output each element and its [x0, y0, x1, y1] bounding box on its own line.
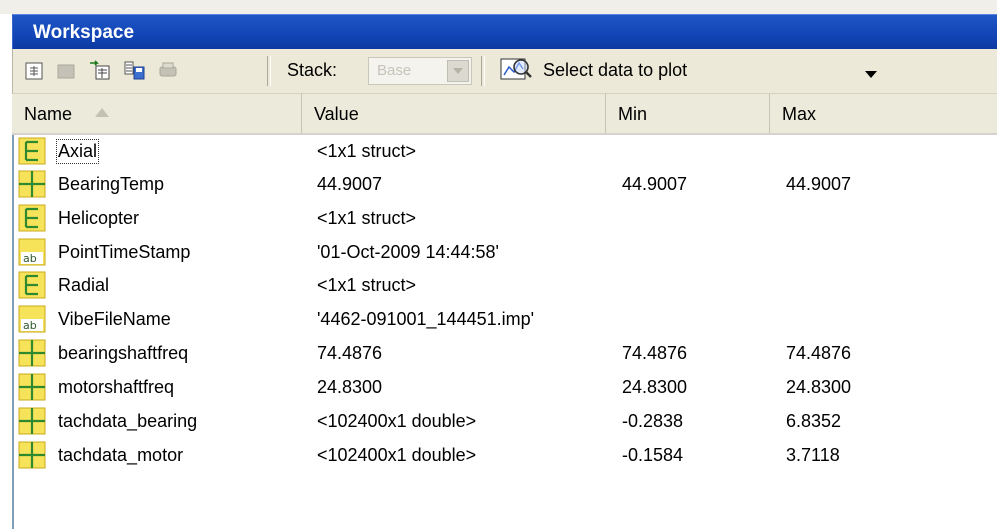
- variable-name: Axial: [55, 139, 100, 164]
- table-row[interactable]: ab PointTimeStamp '01-Oct-2009 14:44:58': [14, 236, 997, 270]
- variable-min: -0.1584: [622, 445, 684, 465]
- struct-icon: [18, 204, 46, 232]
- variable-min: 74.4876: [622, 343, 688, 363]
- svg-text:ab: ab: [23, 319, 37, 332]
- variable-value: <1x1 struct>: [317, 275, 417, 295]
- matrix-icon: [18, 441, 46, 469]
- variable-name: bearingshaftfreq: [58, 343, 189, 363]
- save-workspace-button[interactable]: [121, 58, 147, 84]
- table-row[interactable]: tachdata_motor <102400x1 double> -0.1584…: [14, 439, 997, 473]
- variable-max: 24.8300: [786, 377, 852, 397]
- column-name-label: Name: [24, 104, 73, 124]
- variable-name: VibeFileName: [58, 309, 171, 329]
- struct-icon: [18, 271, 46, 299]
- variable-name: Helicopter: [58, 208, 140, 228]
- stack-label: Stack:: [287, 60, 338, 80]
- variable-name: BearingTemp: [58, 174, 165, 194]
- matrix-icon: [18, 407, 46, 435]
- stack-value: Base: [377, 62, 412, 79]
- table-row[interactable]: ab VibeFileName '4462-091001_144451.imp': [14, 303, 997, 337]
- matrix-icon: [18, 373, 46, 401]
- chevron-down-icon: [865, 71, 877, 78]
- variable-name: motorshaftfreq: [58, 377, 175, 397]
- struct-icon: [18, 137, 46, 165]
- variable-value: <102400x1 double>: [317, 445, 477, 465]
- variable-name: Radial: [58, 275, 110, 295]
- column-header-min[interactable]: Min: [606, 94, 770, 133]
- title-bar[interactable]: Workspace: [12, 14, 997, 49]
- column-max-label: Max: [782, 104, 817, 124]
- sort-ascending-icon: [95, 108, 109, 117]
- open-variable-button[interactable]: [53, 58, 79, 84]
- plot-dropdown-arrow[interactable]: [865, 65, 877, 83]
- table-row[interactable]: bearingshaftfreq 74.4876 74.4876 74.4876: [14, 337, 997, 371]
- toolbar-separator: [481, 56, 485, 86]
- variable-max: 44.9007: [786, 174, 852, 194]
- table-row[interactable]: Radial <1x1 struct>: [14, 269, 997, 303]
- import-data-button[interactable]: [87, 58, 113, 84]
- variable-value: '4462-091001_144451.imp': [317, 309, 535, 329]
- plot-magnifier-icon: [500, 58, 532, 80]
- variable-name: PointTimeStamp: [58, 242, 191, 262]
- matrix-icon: [18, 170, 46, 198]
- chevron-down-icon: [453, 68, 463, 74]
- stack-dropdown-arrow[interactable]: [447, 60, 469, 82]
- char-icon: ab: [18, 305, 46, 333]
- variable-min: -0.2838: [622, 411, 684, 431]
- import-data-icon: [90, 60, 110, 80]
- char-icon: ab: [18, 238, 46, 266]
- variable-value: 44.9007: [317, 174, 383, 194]
- new-variable-button[interactable]: [21, 58, 47, 84]
- window-top-edge: [0, 0, 997, 14]
- variable-min: 24.8300: [622, 377, 688, 397]
- variable-value: <102400x1 double>: [317, 411, 477, 431]
- print-button[interactable]: [155, 58, 181, 84]
- column-header-max[interactable]: Max: [770, 94, 997, 133]
- variable-name: tachdata_motor: [58, 445, 184, 465]
- column-header-name[interactable]: Name: [12, 94, 302, 133]
- window-title: Workspace: [33, 22, 135, 43]
- toolbar: Stack: Base Select data to plot: [12, 49, 997, 94]
- column-min-label: Min: [618, 104, 648, 124]
- plot-selector-label[interactable]: Select data to plot: [543, 60, 687, 81]
- variable-max: 74.4876: [786, 343, 852, 363]
- print-icon: [159, 62, 177, 77]
- workspace-window: Workspace Stack: Base Select data to plo…: [0, 0, 997, 529]
- table-row[interactable]: Axial <1x1 struct>: [14, 135, 997, 169]
- table-row[interactable]: Helicopter <1x1 struct>: [14, 202, 997, 236]
- plot-button[interactable]: [499, 55, 533, 87]
- table-row[interactable]: motorshaftfreq 24.8300 24.8300 24.8300: [14, 371, 997, 405]
- variable-value: <1x1 struct>: [317, 208, 417, 228]
- table-row[interactable]: tachdata_bearing <102400x1 double> -0.28…: [14, 405, 997, 439]
- variable-value: '01-Oct-2009 14:44:58': [317, 242, 499, 262]
- column-header: Name Value Min Max: [12, 94, 997, 135]
- matrix-icon: [18, 339, 46, 367]
- open-variable-icon: [57, 64, 75, 79]
- save-workspace-icon: [124, 61, 145, 80]
- column-header-value[interactable]: Value: [302, 94, 606, 133]
- toolbar-separator: [267, 56, 271, 86]
- variable-min: 44.9007: [622, 174, 688, 194]
- variable-value: <1x1 struct>: [317, 141, 417, 161]
- variable-value: 74.4876: [317, 343, 383, 363]
- variable-max: 3.7118: [786, 445, 840, 465]
- new-variable-icon: [25, 62, 43, 80]
- variable-list: Axial <1x1 struct> BearingTemp 44.9007 4…: [12, 135, 997, 529]
- variable-max: 6.8352: [786, 411, 842, 431]
- table-row[interactable]: BearingTemp 44.9007 44.9007 44.9007: [14, 168, 997, 202]
- column-value-label: Value: [314, 104, 359, 124]
- variable-name: tachdata_bearing: [58, 411, 198, 431]
- stack-dropdown[interactable]: Base: [368, 57, 472, 85]
- variable-value: 24.8300: [317, 377, 383, 397]
- svg-text:ab: ab: [23, 252, 37, 265]
